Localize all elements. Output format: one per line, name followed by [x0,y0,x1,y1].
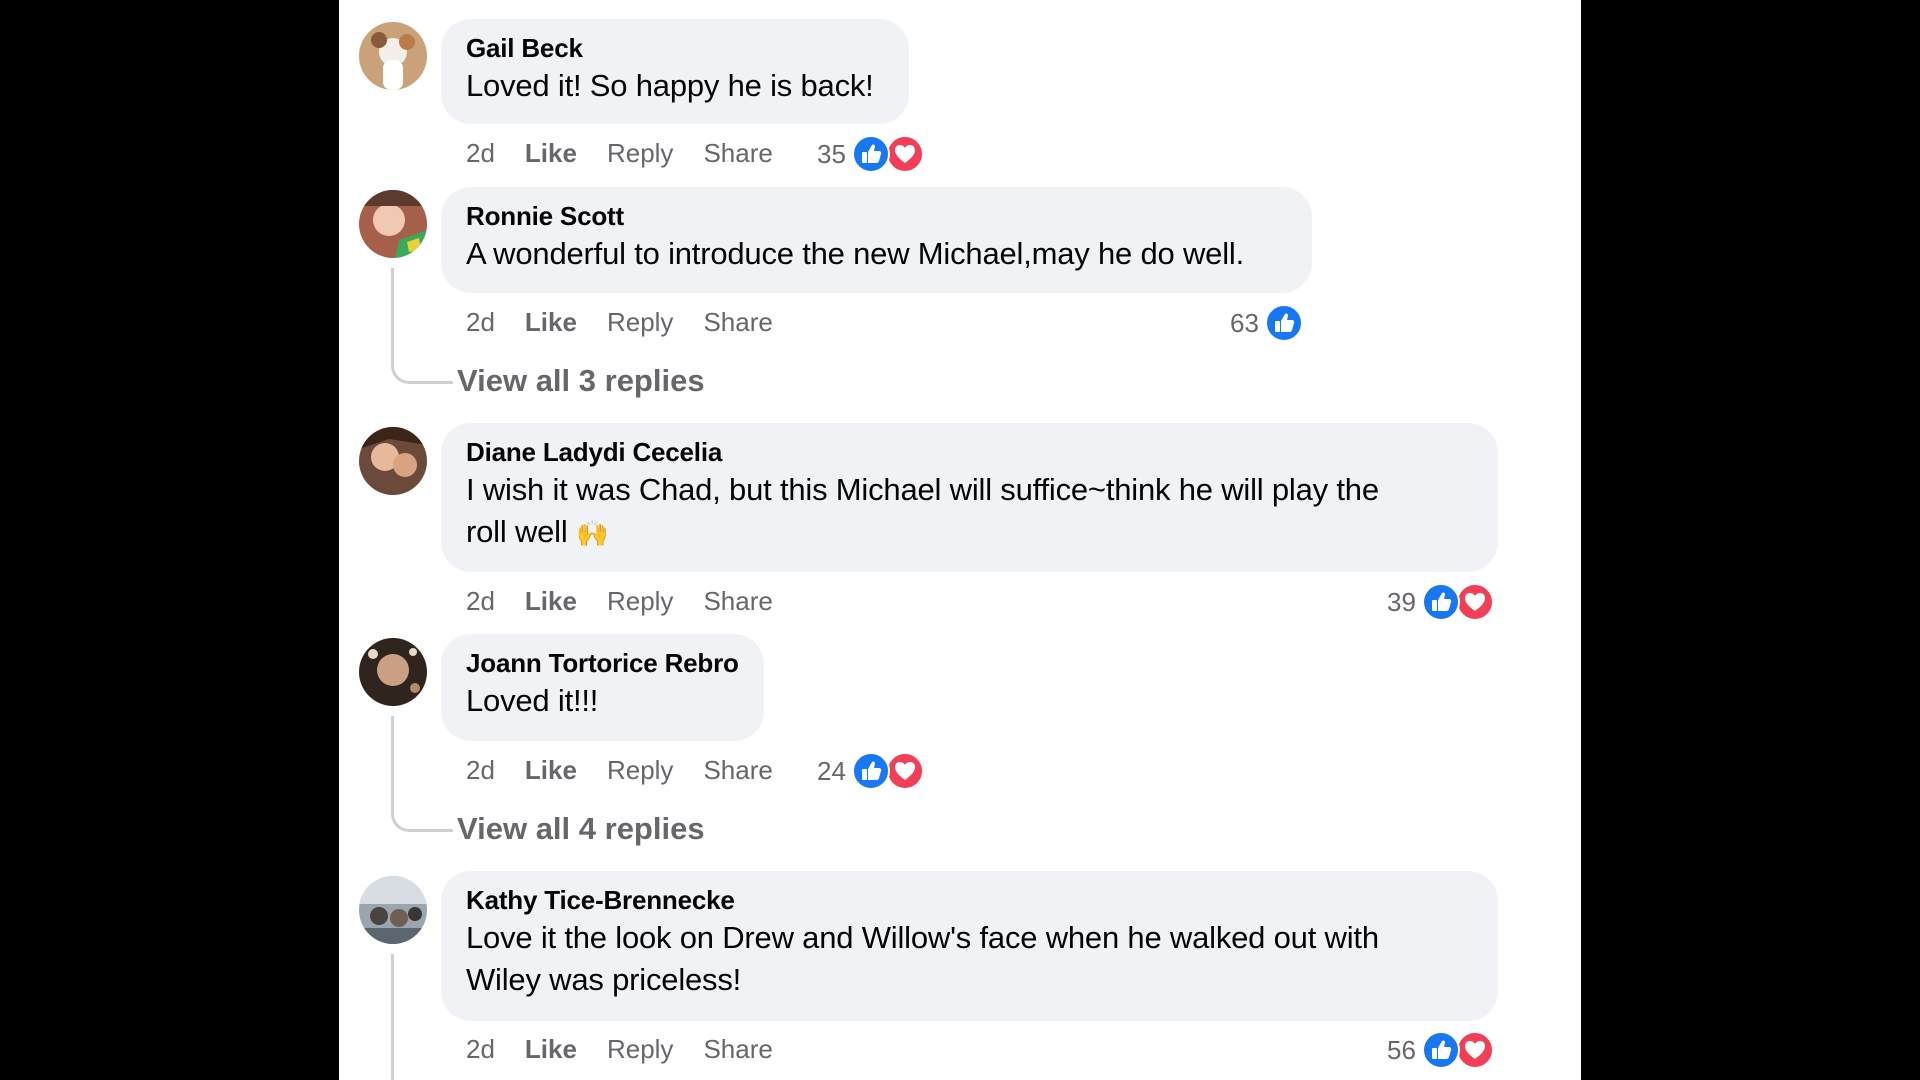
love-icon [1455,1031,1494,1070]
like-icon [1264,304,1303,343]
comment-actions: 2d Like Reply Share [466,136,803,170]
like-button[interactable]: Like [525,1032,577,1066]
comments-panel: Gail Beck Loved it! So happy he is back!… [339,0,1581,1080]
reaction-summary[interactable]: 56 [1387,1028,1494,1070]
like-button[interactable]: Like [525,305,577,339]
like-icon [851,752,890,791]
reaction-count: 24 [817,756,846,787]
comment-text: A wonderful to introduce the new Michael… [466,236,1245,271]
comment-author[interactable]: Ronnie Scott [466,201,1287,231]
comment-actions: 2d Like Reply Share [466,753,803,787]
like-icon [851,135,890,174]
like-button[interactable]: Like [525,136,577,170]
comment-bubble: Ronnie Scott A wonderful to introduce th… [441,187,1312,293]
comment-author[interactable]: Joann Tortorice Rebro [466,648,739,678]
like-button[interactable]: Like [525,753,577,787]
comment-author[interactable]: Gail Beck [466,33,884,63]
reaction-summary[interactable]: 24 [817,749,924,791]
comment-text-line: I wish it was Chad, but this Michael wil… [466,472,1379,507]
share-button[interactable]: Share [703,753,772,787]
raising-hands-emoji: 🙌 [575,518,609,548]
share-button[interactable]: Share [703,305,772,339]
reply-button[interactable]: Reply [607,305,673,339]
view-replies-link[interactable]: View all 3 replies [457,361,705,401]
thread-line [391,268,394,364]
like-icon [1421,583,1460,622]
comment-time[interactable]: 2d [466,136,495,170]
comment-text-line: roll well 🙌 [466,511,1473,554]
comment-actions: 2d Like Reply Share [466,305,803,339]
reply-button[interactable]: Reply [607,753,673,787]
reaction-summary[interactable]: 63 [1230,301,1303,343]
avatar[interactable] [359,190,427,258]
comment-text: Loved it!!! [466,683,599,718]
comment-text: I wish it was Chad, but this Michael wil… [466,469,1473,554]
reply-button[interactable]: Reply [607,136,673,170]
love-icon [885,752,924,791]
avatar[interactable] [359,876,427,944]
comment-time[interactable]: 2d [466,753,495,787]
reply-connector-line [439,381,453,384]
comment-time[interactable]: 2d [466,584,495,618]
reaction-count: 35 [817,139,846,170]
avatar[interactable] [359,638,427,706]
comment-text-line: Wiley was priceless! [466,962,742,997]
love-icon [885,135,924,174]
reaction-count: 39 [1387,587,1416,618]
avatar[interactable] [359,22,427,90]
view-replies-link[interactable]: View all 4 replies [457,809,705,849]
like-button[interactable]: Like [525,584,577,618]
comment-text-line: Love it the look on Drew and Willow's fa… [466,920,1379,955]
comment-bubble: Kathy Tice-Brennecke Love it the look on… [441,871,1498,1021]
reply-connector [391,802,441,832]
reaction-count: 63 [1230,308,1259,339]
comment-time[interactable]: 2d [466,1032,495,1066]
reply-connector [391,354,441,384]
thread-line [391,716,394,812]
reaction-count: 56 [1387,1035,1416,1066]
comment-time[interactable]: 2d [466,305,495,339]
comment-author[interactable]: Diane Ladydi Cecelia [466,437,1473,467]
comment-bubble: Gail Beck Loved it! So happy he is back! [441,19,909,124]
reaction-summary[interactable]: 39 [1387,580,1494,622]
love-icon [1455,583,1494,622]
reply-connector-line [439,829,453,832]
comment-text-fragment: roll well [466,514,568,549]
comment-text: Loved it! So happy he is back! [466,68,874,103]
comment-actions: 2d Like Reply Share [466,584,803,618]
like-icon [1421,1031,1460,1070]
comment-bubble: Joann Tortorice Rebro Loved it!!! [441,634,764,741]
share-button[interactable]: Share [703,1032,772,1066]
reaction-summary[interactable]: 35 [817,132,924,174]
avatar[interactable] [359,427,427,495]
comment-author[interactable]: Kathy Tice-Brennecke [466,885,1473,915]
comment-text: Love it the look on Drew and Willow's fa… [466,917,1473,1001]
share-button[interactable]: Share [703,584,772,618]
reply-button[interactable]: Reply [607,584,673,618]
comment-bubble: Diane Ladydi Cecelia I wish it was Chad,… [441,423,1498,572]
thread-line [391,954,394,1080]
share-button[interactable]: Share [703,136,772,170]
comment-actions: 2d Like Reply Share [466,1032,803,1066]
reply-button[interactable]: Reply [607,1032,673,1066]
